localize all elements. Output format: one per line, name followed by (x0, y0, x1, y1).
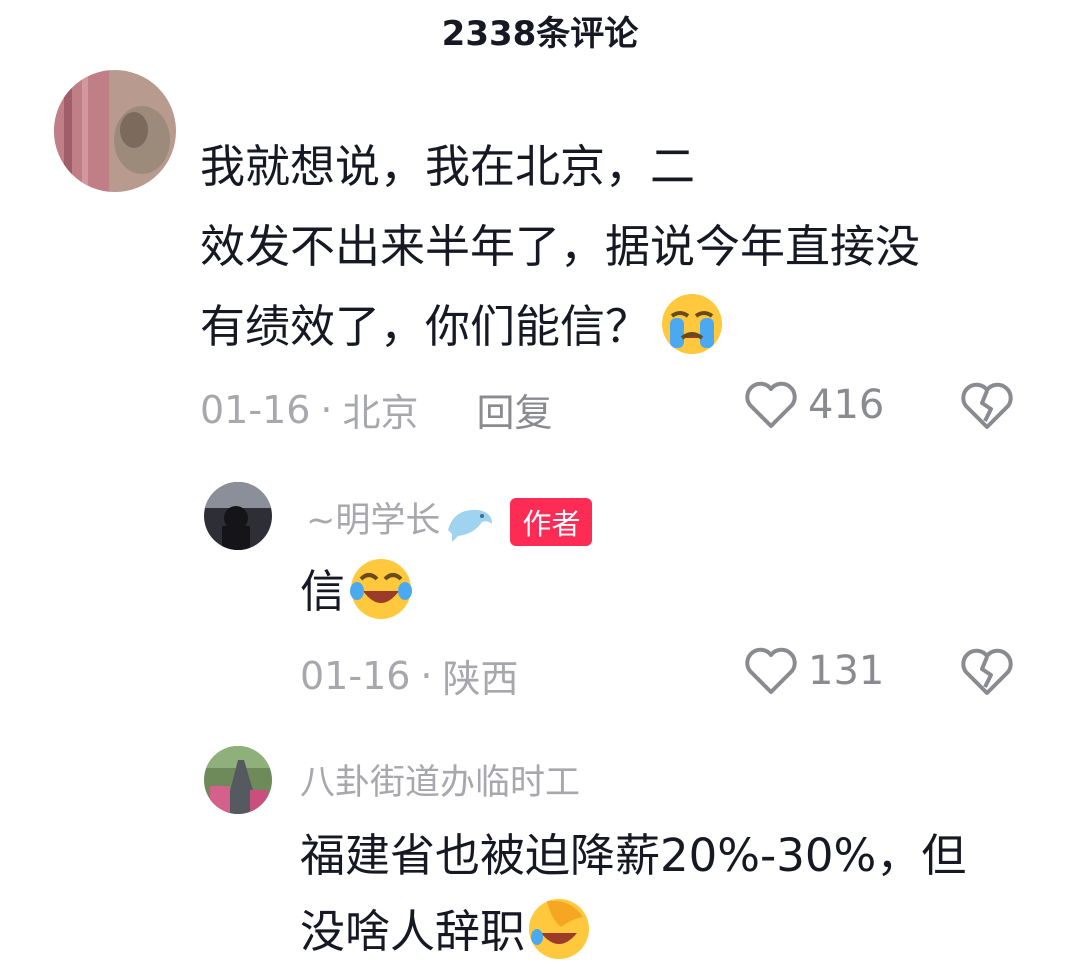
like-count: 131 (808, 648, 885, 694)
reply-text-content: 信 (300, 565, 346, 618)
loudly-crying-face-icon (660, 292, 724, 356)
comment-text-line: 效发不出来半年了，据说今年直接没 (200, 220, 921, 273)
facepalm-face-icon (527, 897, 591, 961)
comment-location: 北京 (342, 391, 419, 435)
reply-username-row: ~明学长 作者 (306, 492, 593, 546)
dolphin-icon (448, 509, 493, 542)
meta-separator: · (320, 387, 333, 432)
dislike-button[interactable] (960, 381, 1014, 431)
like-button[interactable]: 416 (744, 380, 884, 430)
reply-username[interactable]: ~明学长 (306, 501, 440, 541)
dislike-button[interactable] (960, 647, 1014, 697)
reply-text: 福建省也被迫降薪20%-30%，但 没啥人辞职 (300, 818, 1060, 970)
meta-separator: · (420, 653, 433, 698)
reply-text-line-with-emoji: 没啥人辞职 (300, 894, 1060, 970)
comment-text-line: 有绩效了，你们能信？ (200, 300, 651, 353)
broken-heart-icon (961, 648, 1013, 695)
heart-icon (745, 381, 797, 428)
comment-text-line-with-emoji: 有绩效了，你们能信？ (200, 287, 1040, 367)
reply-date: 01-16 (300, 653, 411, 698)
tears-of-joy-face-icon (349, 557, 413, 621)
author-badge: 作者 (510, 498, 593, 546)
avatar[interactable] (204, 746, 272, 814)
reply-text-line: 福建省也被迫降薪20%-30%，但 (300, 829, 967, 882)
broken-heart-icon (961, 382, 1013, 429)
comment-date: 01-16 (200, 387, 311, 432)
comments-header: 2338条评论 (0, 0, 1080, 60)
like-button[interactable]: 131 (744, 646, 884, 696)
reply-meta: 01-16 · 陕西 (300, 648, 519, 703)
comment-meta: 01-16 · 北京 回复 (200, 382, 553, 437)
reply-text-line: 没啥人辞职 (300, 905, 526, 958)
heart-icon (745, 647, 797, 694)
comment-count-title: 2338条评论 (441, 13, 639, 54)
comment-text-line: 我就想说，我在北京，二 (200, 140, 696, 193)
reply-username[interactable]: 八卦街道办临时工 (300, 754, 580, 805)
reply-location: 陕西 (442, 657, 519, 701)
reply-text: 信 (300, 554, 413, 630)
comment-text: 我就想说，我在北京，二 效发不出来半年了，据说今年直接没 有绩效了，你们能信？ (200, 127, 1040, 367)
like-count: 416 (808, 382, 885, 428)
avatar[interactable] (54, 70, 176, 192)
reply-button[interactable]: 回复 (477, 382, 553, 437)
avatar[interactable] (204, 482, 272, 550)
